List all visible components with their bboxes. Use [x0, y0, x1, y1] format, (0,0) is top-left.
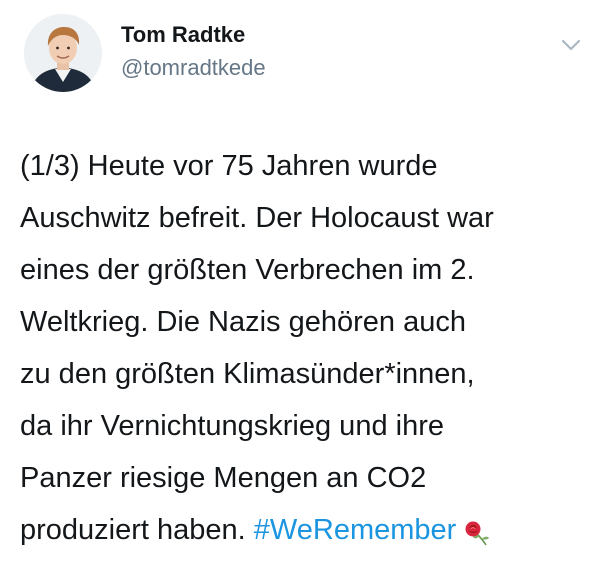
tweet-text-line: da ihr Vernichtungskrieg und ihre	[20, 410, 444, 442]
tweet-text-last-line: produziert haben. #WeRemember	[20, 504, 595, 556]
tweet-text-line: Auschwitz befreit. Der Holocaust war	[20, 202, 494, 234]
hashtag-link[interactable]: #WeRemember	[254, 514, 457, 546]
tweet-text-line: (1/3) Heute vor 75 Jahren wurde	[20, 150, 438, 182]
tweet-text-line: Panzer riesige Mengen an CO2	[20, 462, 427, 494]
tweet-text-line: zu den größten Klimasünder*innen,	[20, 358, 475, 390]
more-options-button[interactable]	[558, 33, 584, 57]
author-handle[interactable]: @tomradtkede	[121, 55, 266, 81]
chevron-down-icon	[558, 39, 584, 61]
tweet-text-line: eines der größten Verbrechen im 2.	[20, 254, 475, 286]
tweet-text-segment: produziert haben.	[20, 514, 254, 546]
tweet-text: (1/3) Heute vor 75 Jahren wurde Auschwit…	[20, 140, 595, 556]
tweet-text-line: Weltkrieg. Die Nazis gehören auch	[20, 306, 466, 338]
avatar[interactable]	[24, 14, 102, 92]
rose-icon	[462, 513, 492, 546]
author-display-name[interactable]: Tom Radtke	[121, 22, 245, 48]
tweet-card: Tom Radtke @tomradtkede (1/3) Heute vor …	[0, 0, 600, 557]
